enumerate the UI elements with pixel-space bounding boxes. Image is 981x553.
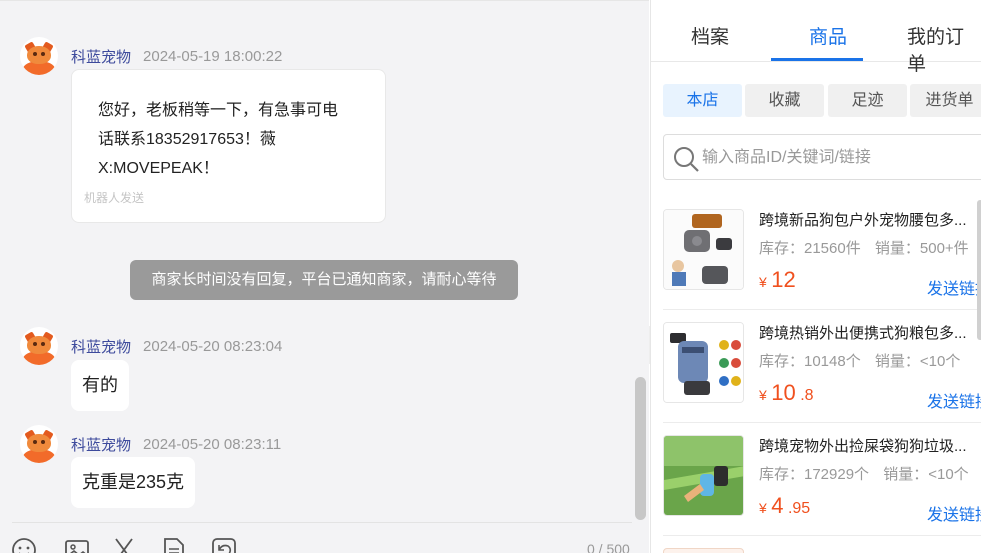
product-item: 跨境宠物外出捡屎袋狗狗垃圾... 库存：172929个 销量：<10个 ¥ 4 …	[663, 423, 981, 536]
price-currency: ¥	[759, 500, 767, 516]
product-thumbnail	[663, 322, 744, 403]
scissors-icon[interactable]	[110, 536, 138, 553]
emoji-icon[interactable]	[10, 536, 38, 553]
message-bubble: 您好，老板稍等一下，有急事可电 话联系18352917653！薇 X:MOVEP…	[71, 69, 386, 223]
product-price: ¥ 4 .95	[759, 493, 810, 519]
message-bubble: 克重是235克	[71, 457, 196, 508]
price-integer: 10	[771, 380, 796, 405]
document-icon[interactable]	[160, 536, 188, 553]
product-sales: 销量：500+件	[874, 240, 969, 257]
product-thumbnail-partial	[663, 548, 744, 553]
price-currency: ¥	[759, 274, 767, 290]
message-line: X:MOVEPEAK！	[98, 160, 219, 177]
tab-my-orders[interactable]: 我的订单	[907, 22, 981, 76]
avatar	[20, 327, 58, 365]
sender-name: 科蓝宠物	[71, 436, 132, 454]
product-stock: 库存：10148个	[759, 353, 861, 370]
active-tab-indicator	[771, 58, 863, 61]
price-decimal: .8	[800, 387, 814, 404]
send-link-button[interactable]: 发送链接	[927, 275, 981, 299]
search-icon	[674, 147, 699, 172]
toolbar-divider	[12, 522, 632, 523]
subtab-purchase-list[interactable]: 进货单	[910, 84, 981, 117]
product-sales: 销量：<10个	[874, 353, 961, 370]
message-time: 2024-05-20 08:23:11	[143, 435, 282, 453]
price-currency: ¥	[759, 387, 767, 403]
product-title[interactable]: 跨境热销外出便携式狗粮包多...	[759, 322, 967, 343]
panel-tabs: 档案 商品 我的订单	[651, 0, 981, 75]
history-icon[interactable]	[210, 536, 238, 553]
price-integer: 4	[771, 493, 784, 518]
price-decimal: .95	[787, 500, 811, 517]
chat-panel: 科蓝宠物 2024-05-19 18:00:22 您好，老板稍等一下，有急事可电…	[0, 0, 649, 553]
robot-sent-note: 机器人发送	[84, 191, 145, 205]
product-panel: 档案 商品 我的订单 本店 收藏 足迹 进货单 输入商品ID/关键词/链接 跨境…	[650, 0, 981, 553]
product-search-box	[663, 134, 981, 180]
chat-scrollbar[interactable]	[635, 377, 646, 520]
tab-products[interactable]: 商品	[809, 22, 847, 49]
product-meta: 库存：172929个 销量：<10个	[759, 463, 979, 484]
product-item: 跨境热销外出便携式狗粮包多... 库存：10148个 销量：<10个 ¥ 10 …	[663, 310, 981, 423]
product-thumbnail	[663, 209, 744, 290]
price-integer: 12	[771, 267, 796, 292]
subtab-footprints[interactable]: 足迹	[828, 84, 907, 117]
message-line: 您好，老板稍等一下，有急事可电	[98, 102, 339, 119]
product-title[interactable]: 跨境新品狗包户外宠物腰包多...	[759, 209, 967, 230]
product-price: ¥ 10 .8	[759, 380, 814, 406]
message-bubble: 有的	[71, 360, 129, 411]
sender-name: 科蓝宠物	[71, 338, 132, 356]
product-meta: 库存：10148个 销量：<10个	[759, 350, 970, 371]
product-item: 跨境新品狗包户外宠物腰包多... 库存：21560件 销量：500+件 ¥ 12…	[663, 197, 981, 310]
product-list-scrollbar[interactable]	[977, 200, 981, 340]
avatar	[20, 37, 58, 75]
send-link-button[interactable]: 发送链接	[927, 501, 981, 525]
subtab-this-store[interactable]: 本店	[663, 84, 742, 117]
product-price: ¥ 12	[759, 267, 796, 293]
send-link-button[interactable]: 发送链接	[927, 388, 981, 412]
product-title[interactable]: 跨境宠物外出捡屎袋狗狗垃圾...	[759, 435, 967, 456]
message-line: 话联系18352917653！薇	[98, 131, 276, 148]
char-counter: 0 / 500	[587, 541, 630, 553]
product-search-input[interactable]	[702, 145, 981, 171]
product-stock: 库存：172929个	[759, 466, 870, 483]
message-header: 科蓝宠物 2024-05-20 08:23:04	[20, 327, 282, 365]
system-notice: 商家长时间没有回复，平台已通知商家，请耐心等待	[130, 260, 518, 300]
avatar	[20, 425, 58, 463]
tab-profile[interactable]: 档案	[691, 22, 729, 49]
sender-name: 科蓝宠物	[71, 48, 132, 66]
product-thumbnail	[663, 435, 744, 516]
product-meta: 库存：21560件 销量：500+件	[759, 237, 979, 258]
message-time: 2024-05-19 18:00:22	[143, 47, 283, 65]
product-stock: 库存：21560件	[759, 240, 861, 257]
product-sales: 销量：<10个	[883, 466, 969, 483]
image-icon[interactable]	[63, 536, 91, 553]
subtab-favorites[interactable]: 收藏	[745, 84, 824, 117]
message-time: 2024-05-20 08:23:04	[143, 337, 283, 355]
